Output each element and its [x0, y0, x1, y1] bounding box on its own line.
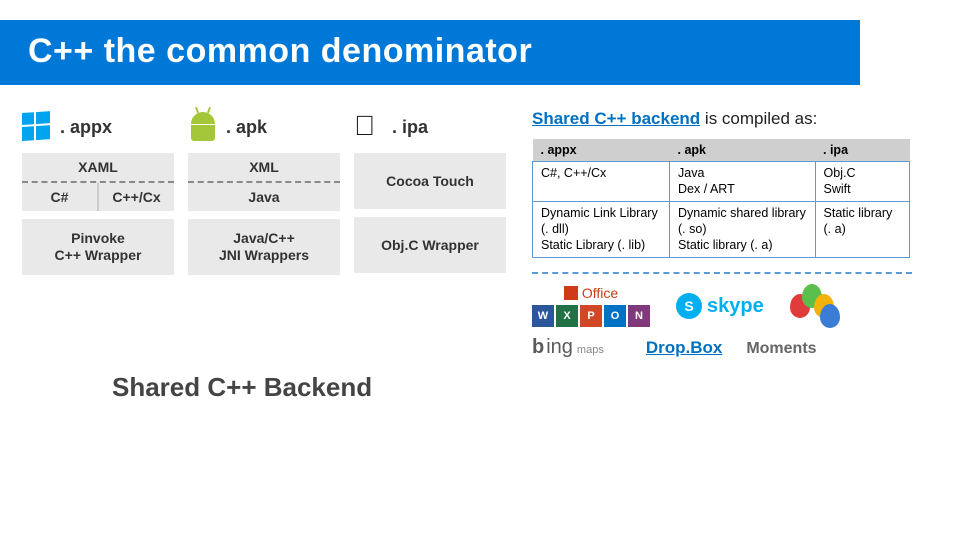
- bing-logo: bingmaps: [532, 336, 604, 359]
- th-apk: . apk: [670, 139, 816, 162]
- bottom-logos: bingmaps Drop.Box Moments: [532, 336, 948, 359]
- compiled-panel: Shared C++ backend is compiled as: . app…: [520, 109, 948, 359]
- office-tile-N: N: [628, 305, 650, 327]
- slide-title: C++ the common denominator: [28, 32, 832, 71]
- divider: [532, 272, 912, 274]
- cell-r1c1: C#, C++/Cx: [533, 162, 670, 202]
- ext-appx: . appx: [60, 117, 112, 138]
- windows-wrapper: Pinvoke C++ Wrapper: [22, 219, 174, 275]
- skype-logo: skype: [676, 293, 764, 319]
- th-ipa: . ipa: [815, 139, 909, 162]
- office-tile-P: P: [580, 305, 602, 327]
- windows-ui-right: C++/Cx: [99, 183, 174, 211]
- column-android: . apk XML Java Java/C++ JNI Wrappers: [188, 109, 340, 359]
- cell-r2c1: Dynamic Link Library (. dll) Static Libr…: [533, 202, 670, 258]
- apple-ui-stack: Cocoa Touch: [354, 153, 506, 209]
- apple-wrapper: Obj.C Wrapper: [354, 217, 506, 273]
- android-wrapper: Java/C++ JNI Wrappers: [188, 219, 340, 275]
- android-ui-top: XML: [188, 153, 340, 183]
- compiled-title: Shared C++ backend is compiled as:: [532, 109, 948, 129]
- title-bar: C++ the common denominator: [0, 20, 860, 85]
- office-tile-W: W: [532, 305, 554, 327]
- ext-apk: . apk: [226, 117, 267, 138]
- compiled-table: . appx . apk . ipa C#, C++/Cx Java Dex /…: [532, 139, 910, 258]
- office-icon: [564, 286, 578, 300]
- cell-r2c3: Static library (. a): [815, 202, 909, 258]
- dropbox-label: Drop.Box: [646, 338, 723, 358]
- windows-icon: [22, 112, 52, 142]
- ext-ipa: . ipa: [392, 117, 428, 138]
- column-apple:  . ipa Cocoa Touch Obj.C Wrapper: [354, 109, 506, 359]
- platform-columns: . appx XAML C# C++/Cx Pinvoke C++ Wrappe…: [22, 109, 506, 359]
- shared-backend-label: Shared C++ Backend: [112, 372, 372, 403]
- skype-icon: [676, 293, 702, 319]
- android-icon: [188, 112, 218, 142]
- cell-r1c3: Obj.C Swift: [815, 162, 909, 202]
- main-content: . appx XAML C# C++/Cx Pinvoke C++ Wrappe…: [0, 85, 960, 359]
- office-tiles: WXPON: [532, 305, 650, 327]
- cell-r2c2: Dynamic shared library (. so) Static lib…: [670, 202, 816, 258]
- column-windows: . appx XAML C# C++/Cx Pinvoke C++ Wrappe…: [22, 109, 174, 359]
- th-appx: . appx: [533, 139, 670, 162]
- windows-ui-stack: XAML C# C++/Cx: [22, 153, 174, 211]
- android-ui-bot: Java: [188, 183, 340, 211]
- office-logo: Office WXPON: [532, 285, 650, 327]
- cell-r1c2: Java Dex / ART: [670, 162, 816, 202]
- moments-label: Moments: [746, 340, 816, 358]
- android-ui-stack: XML Java: [188, 153, 340, 211]
- windows-ui-left: C#: [22, 183, 99, 211]
- office-tile-X: X: [556, 305, 578, 327]
- office-tile-O: O: [604, 305, 626, 327]
- balloons-icon: [790, 284, 840, 328]
- apple-icon: : [354, 112, 384, 142]
- windows-ui-top: XAML: [22, 153, 174, 183]
- logos-row: Office WXPON skype: [532, 284, 948, 328]
